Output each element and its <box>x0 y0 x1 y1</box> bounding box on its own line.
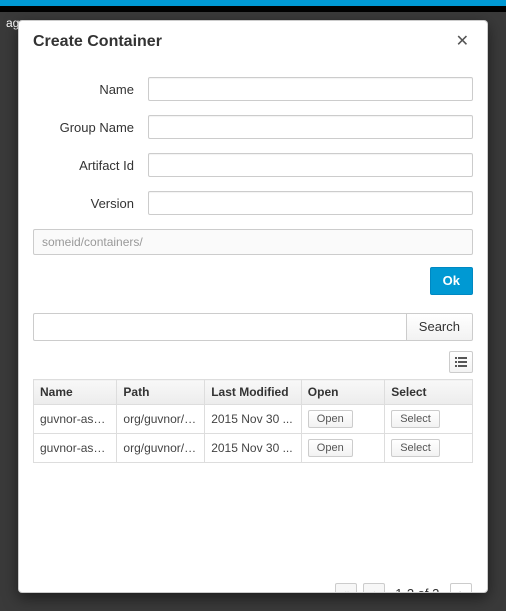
group-name-input[interactable] <box>148 115 473 139</box>
endpoint-input <box>33 229 473 255</box>
artifact-id-input[interactable] <box>148 153 473 177</box>
col-select: Select <box>385 380 473 405</box>
version-input[interactable] <box>148 191 473 215</box>
modal-title: Create Container <box>33 33 452 51</box>
name-label: Name <box>33 82 148 97</box>
artifact-id-label: Artifact Id <box>33 158 148 173</box>
cell-last-modified: 2015 Nov 30 ... <box>205 434 302 463</box>
table-row: guvnor-asset... org/guvnor/g... 2015 Nov… <box>34 405 473 434</box>
search-input[interactable] <box>33 313 406 341</box>
create-container-modal: Create Container ✕ Name Group Name Artif… <box>18 20 488 593</box>
pager-next-icon[interactable]: › <box>450 583 472 592</box>
select-button[interactable]: Select <box>391 439 440 457</box>
pager: « ‹ 1-2 of 2 › <box>33 583 473 592</box>
name-input[interactable] <box>148 77 473 101</box>
cell-path: org/guvnor/g... <box>117 434 205 463</box>
cell-name: guvnor-asset... <box>34 434 117 463</box>
ok-button[interactable]: Ok <box>430 267 473 295</box>
col-open: Open <box>301 380 384 405</box>
pager-text: 1-2 of 2 <box>395 586 439 592</box>
cell-path: org/guvnor/g... <box>117 405 205 434</box>
close-icon[interactable]: ✕ <box>452 34 473 50</box>
open-button[interactable]: Open <box>308 439 353 457</box>
cell-last-modified: 2015 Nov 30 ... <box>205 405 302 434</box>
pager-first-icon[interactable]: « <box>335 583 357 592</box>
results-table: Name Path Last Modified Open Select guvn… <box>33 379 473 463</box>
col-last-modified[interactable]: Last Modified <box>205 380 302 405</box>
col-path[interactable]: Path <box>117 380 205 405</box>
pager-prev-icon[interactable]: ‹ <box>363 583 385 592</box>
group-name-label: Group Name <box>33 120 148 135</box>
table-row: guvnor-asset... org/guvnor/g... 2015 Nov… <box>34 434 473 463</box>
cell-name: guvnor-asset... <box>34 405 117 434</box>
select-button[interactable]: Select <box>391 410 440 428</box>
search-button[interactable]: Search <box>406 313 473 341</box>
version-label: Version <box>33 196 148 211</box>
open-button[interactable]: Open <box>308 410 353 428</box>
col-name[interactable]: Name <box>34 380 117 405</box>
list-view-icon[interactable] <box>449 351 473 373</box>
